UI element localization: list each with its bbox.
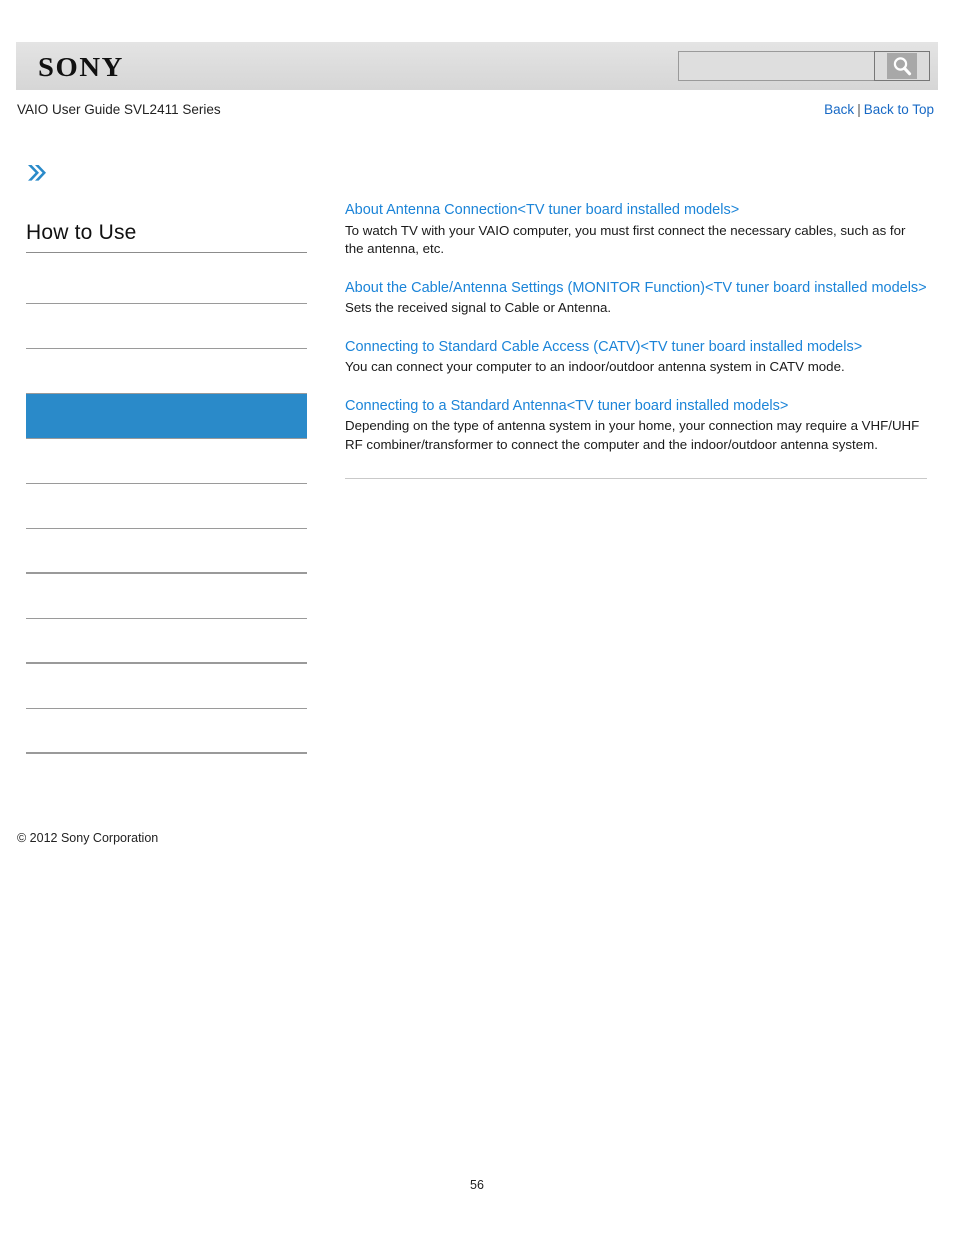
header-links: Back | Back to Top xyxy=(824,102,934,117)
double-chevron-right-icon[interactable] xyxy=(26,163,48,183)
content-divider xyxy=(345,478,927,479)
back-link[interactable]: Back xyxy=(824,102,854,117)
search-icon xyxy=(887,53,917,79)
sidebar-item-1[interactable] xyxy=(26,304,307,349)
topic-link[interactable]: Connecting to Standard Cable Access (CAT… xyxy=(345,337,927,358)
topic-link[interactable]: About the Cable/Antenna Settings (MONITO… xyxy=(345,278,927,299)
sidebar-item-4[interactable] xyxy=(26,439,307,484)
sidebar-item-9[interactable] xyxy=(26,664,307,709)
topic-description: Depending on the type of antenna system … xyxy=(345,418,920,452)
sidebar-item-0[interactable] xyxy=(26,259,307,304)
page-title: How to Use xyxy=(26,220,307,253)
search-container xyxy=(678,51,930,83)
topic-description: Sets the received signal to Cable or Ant… xyxy=(345,300,612,315)
sony-logo: SONY xyxy=(38,52,124,82)
sidebar-item-5[interactable] xyxy=(26,484,307,529)
topic-entry: About the Cable/Antenna Settings (MONITO… xyxy=(345,278,927,318)
sidebar-item-8[interactable] xyxy=(26,619,307,664)
sidebar-item-10[interactable] xyxy=(26,709,307,754)
topic-entry: About Antenna Connection<TV tuner board … xyxy=(345,200,927,259)
link-separator: | xyxy=(857,102,861,117)
guide-title: VAIO User Guide SVL2411 Series xyxy=(17,102,221,117)
topic-description: To watch TV with your VAIO computer, you… xyxy=(345,222,906,257)
sidebar-item-2[interactable] xyxy=(26,349,307,394)
back-to-top-link[interactable]: Back to Top xyxy=(864,102,934,117)
topic-link[interactable]: Connecting to a Standard Antenna<TV tune… xyxy=(345,396,927,417)
header-band: SONY xyxy=(16,42,938,90)
search-input[interactable] xyxy=(678,51,874,81)
topic-description: You can connect your computer to an indo… xyxy=(345,359,845,374)
copyright-text: © 2012 Sony Corporation xyxy=(17,831,159,845)
topic-entry: Connecting to Standard Cable Access (CAT… xyxy=(345,337,927,377)
search-button[interactable] xyxy=(874,51,930,81)
sidebar-item-7[interactable] xyxy=(26,574,307,619)
sidebar-item-3-selected[interactable] xyxy=(26,394,307,439)
page-number: 56 xyxy=(470,1178,484,1192)
main-content: About Antenna Connection<TV tuner board … xyxy=(345,200,927,479)
topic-entry: Connecting to a Standard Antenna<TV tune… xyxy=(345,396,927,455)
page-root: SONY VAIO User Guide SVL2411 Series Back… xyxy=(0,0,954,1235)
sidebar-nav-list xyxy=(26,259,307,754)
sidebar-item-6[interactable] xyxy=(26,529,307,574)
topic-link[interactable]: About Antenna Connection<TV tuner board … xyxy=(345,200,927,221)
